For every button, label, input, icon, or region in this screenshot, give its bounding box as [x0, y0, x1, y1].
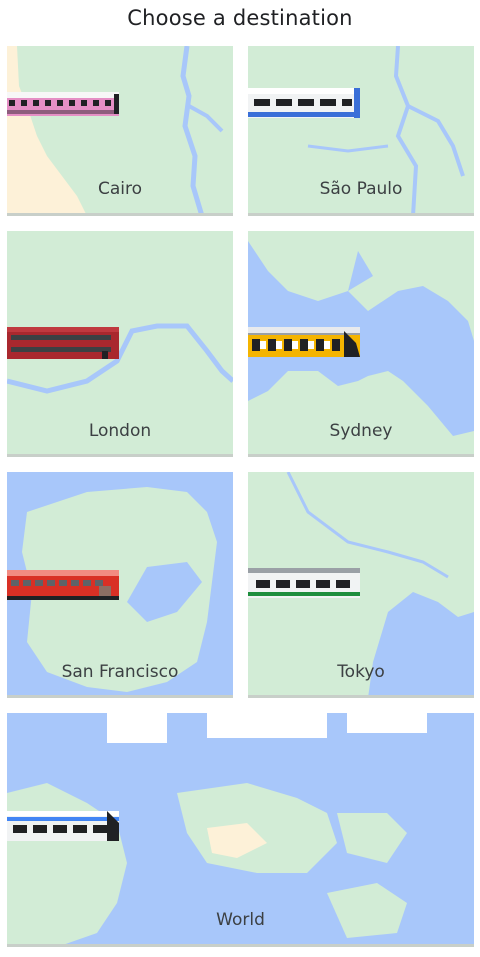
- destination-label: Sydney: [329, 421, 393, 441]
- destination-label: London: [88, 421, 152, 441]
- page-title: Choose a destination: [127, 6, 353, 30]
- destination-card-sydney[interactable]: Sydney: [248, 231, 474, 457]
- destination-card-world[interactable]: World: [7, 713, 474, 947]
- destination-label: World: [216, 910, 265, 930]
- destination-label: San Francisco: [61, 662, 179, 682]
- destination-label: Tokyo: [337, 662, 385, 682]
- destination-card-cairo[interactable]: Cairo: [7, 46, 233, 216]
- destination-card-sao-paulo[interactable]: São Paulo: [248, 46, 474, 216]
- destination-label: Cairo: [97, 179, 143, 199]
- destination-card-san-francisco[interactable]: San Francisco: [7, 472, 233, 698]
- destination-card-london[interactable]: London: [7, 231, 233, 457]
- destination-card-tokyo[interactable]: Tokyo: [248, 472, 474, 698]
- destination-label: São Paulo: [319, 179, 403, 199]
